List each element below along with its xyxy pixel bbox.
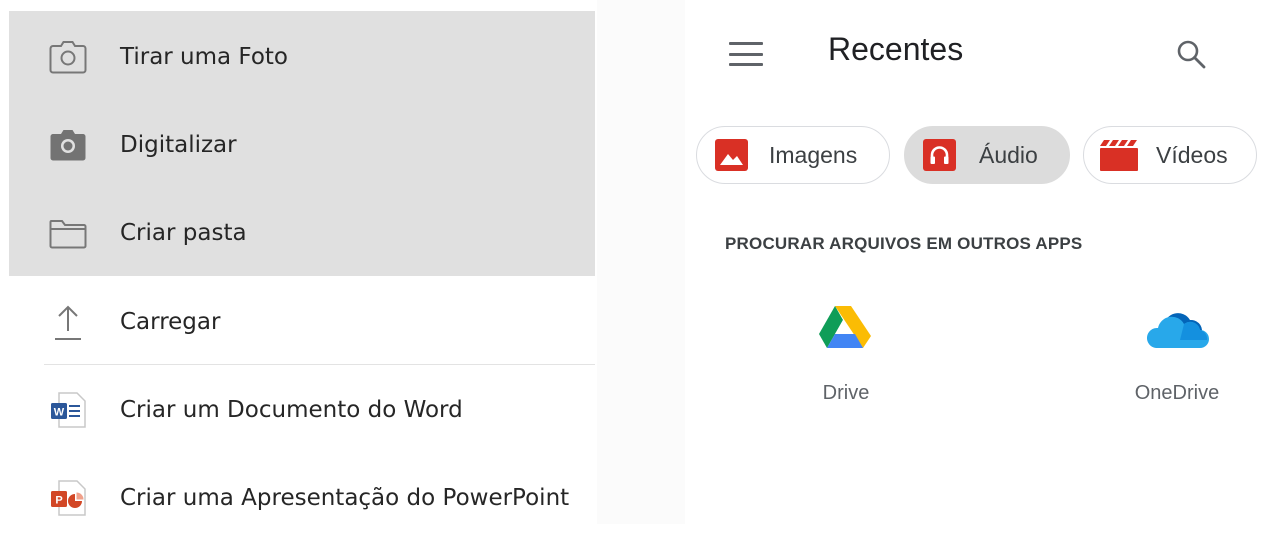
chip-images[interactable]: Imagens: [696, 126, 890, 184]
menu-item-upload[interactable]: Carregar: [0, 278, 600, 366]
menu-item-scan[interactable]: Digitalizar: [0, 101, 600, 189]
section-title: PROCURAR ARQUIVOS EM OUTROS APPS: [725, 234, 1083, 253]
menu-item-label: Criar um Documento do Word: [120, 397, 463, 423]
chip-label: Vídeos: [1156, 141, 1228, 168]
action-menu: Tirar uma Foto Digitalizar Criar pasta C…: [0, 0, 600, 524]
file-picker: Recentes Imagens Áudio Vídeos PROCURAR A…: [685, 0, 1265, 420]
app-onedrive[interactable]: OneDrive: [1122, 300, 1232, 410]
chip-audio[interactable]: Áudio: [904, 126, 1070, 184]
menu-item-create-powerpoint-presentation[interactable]: P Criar uma Apresentação do PowerPoint: [0, 454, 600, 542]
svg-text:W: W: [54, 407, 65, 419]
menu-item-create-folder[interactable]: Criar pasta: [0, 189, 600, 277]
menu-item-label: Carregar: [120, 309, 221, 335]
app-label: Drive: [822, 382, 870, 404]
svg-text:P: P: [55, 495, 62, 507]
upload-icon: [46, 300, 90, 344]
search-icon[interactable]: [1171, 34, 1213, 76]
clapperboard-icon: [1100, 140, 1138, 171]
chip-label: Imagens: [769, 141, 858, 168]
page-title: Recentes: [828, 31, 964, 67]
onedrive-icon: [1144, 308, 1210, 350]
menu-item-take-photo[interactable]: Tirar uma Foto: [0, 13, 600, 101]
headphones-icon: [923, 139, 956, 171]
image-icon: [715, 139, 748, 171]
app-google-drive[interactable]: Drive: [791, 300, 901, 410]
menu-item-label: Digitalizar: [120, 132, 237, 158]
camera-filled-icon: [46, 123, 90, 167]
word-icon: W: [46, 388, 90, 432]
menu-icon[interactable]: [727, 38, 765, 70]
powerpoint-icon: P: [46, 476, 90, 520]
chip-videos[interactable]: Vídeos: [1083, 126, 1257, 184]
chip-label: Áudio: [979, 141, 1038, 168]
menu-item-label: Tirar uma Foto: [120, 44, 289, 70]
google-drive-icon: [818, 304, 878, 354]
folder-icon: [46, 211, 90, 255]
menu-divider: [44, 364, 595, 365]
menu-item-label: Criar uma Apresentação do PowerPoint: [120, 485, 570, 511]
menu-item-label: Criar pasta: [120, 220, 247, 246]
camera-outline-icon: [46, 35, 90, 79]
panel-separator: [597, 0, 685, 524]
app-label: OneDrive: [1134, 382, 1220, 404]
menu-item-create-word-document[interactable]: W Criar um Documento do Word: [0, 366, 600, 454]
